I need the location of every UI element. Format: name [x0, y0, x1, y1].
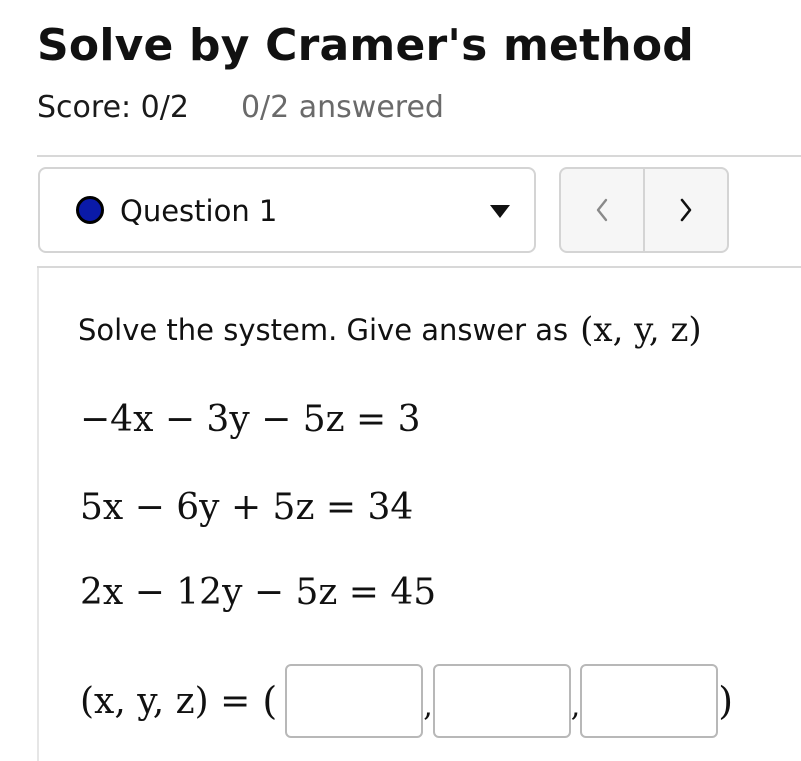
- answer-row: (x, y, z) = ( , , ): [80, 664, 733, 738]
- question-status-dot: [76, 196, 104, 224]
- answered-count: 0/2 answered: [240, 89, 444, 125]
- chevron-left-icon: [596, 198, 608, 222]
- question-nav: [559, 167, 729, 253]
- answer-z-input[interactable]: [580, 664, 719, 738]
- question-dropdown-label: Question 1: [120, 194, 278, 228]
- answer-lhs: (x, y, z) =: [80, 680, 251, 722]
- prompt-text: Solve the system. Give answer as: [78, 313, 569, 347]
- next-question-button[interactable]: [645, 169, 727, 251]
- equation-2: 5x − 6y + 5z = 34: [80, 487, 414, 528]
- score-line: Score: 0/2 0/2 answered: [37, 86, 444, 128]
- question-prompt: Solve the system. Give answer as (x, y, …: [78, 306, 702, 354]
- comma-separator: ,: [423, 689, 433, 724]
- score-text: Score: 0/2: [37, 89, 189, 125]
- answer-y-input[interactable]: [432, 664, 571, 738]
- equation-3: 2x − 12y − 5z = 45: [80, 572, 437, 613]
- equation-1: −4x − 3y − 5z = 3: [80, 399, 421, 440]
- page-title: Solve by Cramer's method: [37, 20, 694, 71]
- chevron-right-icon: [680, 198, 692, 222]
- previous-question-button[interactable]: [561, 169, 645, 251]
- question-dropdown[interactable]: Question 1: [38, 167, 536, 253]
- comma-separator: ,: [570, 689, 581, 724]
- prompt-tuple: (x, y, z): [580, 310, 702, 350]
- open-paren: (: [250, 679, 278, 723]
- caret-down-icon: [490, 205, 510, 218]
- close-paren: ): [718, 679, 734, 723]
- top-divider: [37, 155, 801, 157]
- answer-x-input[interactable]: [285, 664, 424, 738]
